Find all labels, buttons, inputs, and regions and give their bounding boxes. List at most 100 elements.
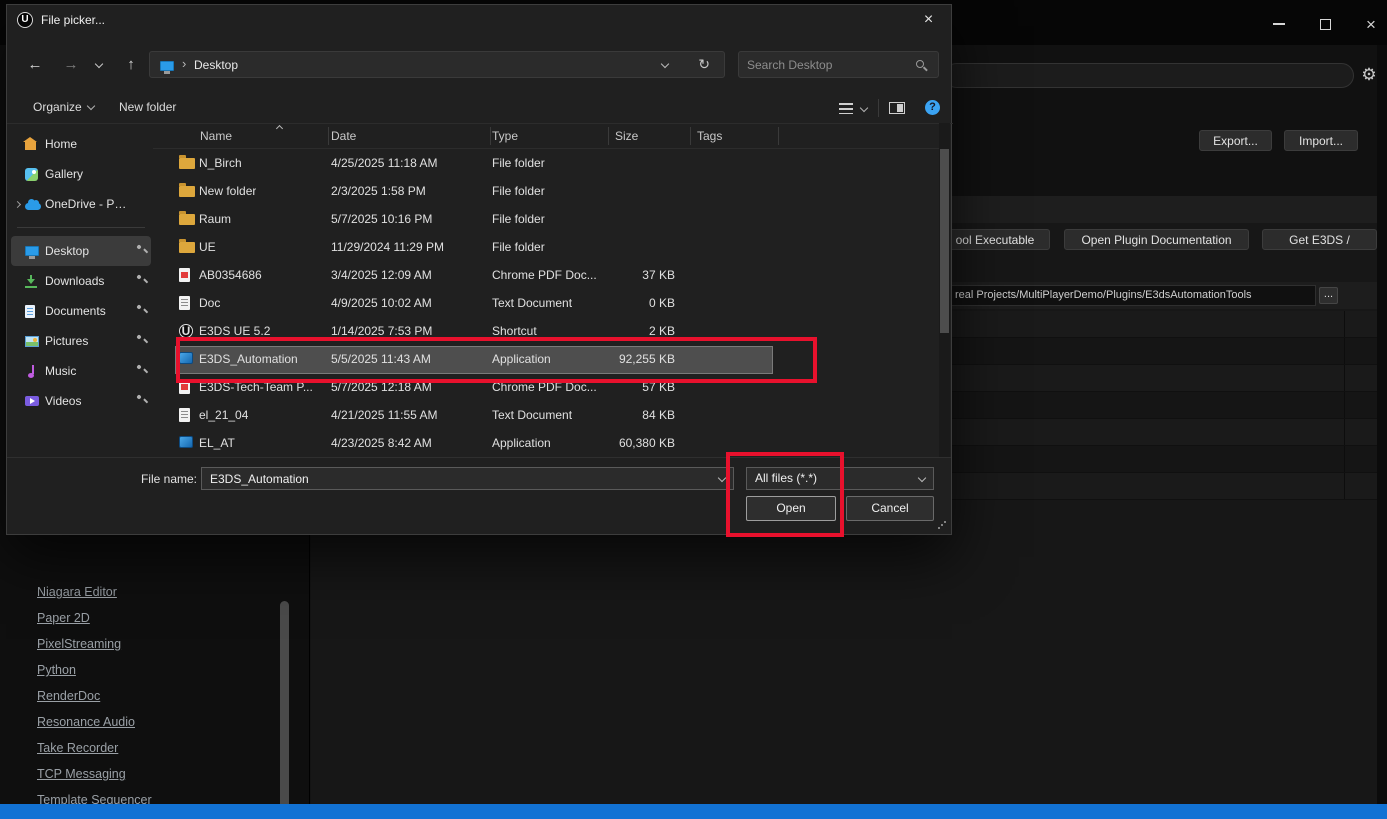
browse-path-button[interactable]: ... <box>1319 287 1338 304</box>
up-button[interactable] <box>119 53 143 77</box>
folder-icon <box>179 186 195 197</box>
file-row-el-21-04[interactable]: el_21_044/21/2025 11:55 AMText Document8… <box>153 401 941 429</box>
file-name: New folder <box>199 184 256 198</box>
music-icon <box>25 365 37 378</box>
file-name: N_Birch <box>199 156 242 170</box>
export-button[interactable]: Export... <box>1199 130 1272 151</box>
organize-label: Organize <box>33 100 82 114</box>
plugin-list-item-python[interactable]: Python <box>37 657 267 683</box>
file-size: 37 KB <box>555 268 675 282</box>
scrollbar-thumb[interactable] <box>280 601 289 819</box>
forward-button[interactable] <box>59 53 83 77</box>
plugin-list-item-tcp-messaging[interactable]: TCP Messaging <box>37 761 267 787</box>
file-row-new-folder[interactable]: New folder2/3/2025 1:58 PMFile folder <box>153 177 941 205</box>
refresh-icon[interactable] <box>698 56 710 73</box>
minimize-button[interactable] <box>1269 14 1289 34</box>
column-header-type[interactable]: Type <box>492 129 518 143</box>
column-divider[interactable] <box>490 127 491 145</box>
file-row-e3ds-tech-team-p[interactable]: E3DS-Tech-Team P...5/7/2025 12:18 AMChro… <box>153 373 941 401</box>
table-row <box>940 473 1377 500</box>
unreal-icon <box>179 324 193 338</box>
plugin-path-field[interactable]: real Projects/MultiPlayerDemo/Plugins/E3… <box>948 285 1316 306</box>
column-divider[interactable] <box>778 127 779 145</box>
view-dropdown-chevron-icon[interactable] <box>860 104 868 112</box>
new-folder-label: New folder <box>119 100 176 114</box>
search-input[interactable] <box>747 54 907 75</box>
open-plugin-documentation-button[interactable]: Open Plugin Documentation <box>1064 229 1249 250</box>
file-row-doc[interactable]: Doc4/9/2025 10:02 AMText Document0 KB <box>153 289 941 317</box>
sidebar-item-music[interactable]: Music <box>11 356 151 386</box>
tool-executable-button[interactable]: ool Executable <box>940 229 1050 250</box>
file-list-scrollbar[interactable] <box>939 123 950 457</box>
chevron-right-icon[interactable] <box>14 200 21 207</box>
breadcrumb-location[interactable]: Desktop <box>194 58 238 72</box>
get-e3ds-button[interactable]: Get E3DS / <box>1262 229 1377 250</box>
import-button[interactable]: Import... <box>1284 130 1358 151</box>
sidebar-item-gallery[interactable]: Gallery <box>11 159 151 189</box>
file-type: Application <box>492 436 551 450</box>
file-type: File folder <box>492 156 545 170</box>
dialog-close-button[interactable] <box>906 5 951 35</box>
column-divider[interactable] <box>690 127 691 145</box>
file-row-e3ds-ue-5-2[interactable]: E3DS UE 5.21/14/2025 7:53 PMShortcut2 KB <box>153 317 941 345</box>
file-type-select[interactable]: All files (*.*) <box>746 467 934 490</box>
sidebar-item-pictures[interactable]: Pictures <box>11 326 151 356</box>
sidebar-item-videos[interactable]: Videos <box>11 386 151 416</box>
breadcrumb[interactable]: Desktop <box>149 51 725 78</box>
file-name: E3DS_Automation <box>199 352 298 366</box>
plugin-list-item-niagara-editor[interactable]: Niagara Editor <box>37 579 267 605</box>
resize-grip[interactable] <box>938 521 946 529</box>
file-date: 4/23/2025 8:42 AM <box>331 436 432 450</box>
sidebar-item-desktop[interactable]: Desktop <box>11 236 151 266</box>
file-size: 2 KB <box>555 324 675 338</box>
help-icon[interactable] <box>925 100 940 115</box>
scrollbar-thumb[interactable] <box>940 149 949 333</box>
file-row-ab0354686[interactable]: AB03546863/4/2025 12:09 AMChrome PDF Doc… <box>153 261 941 289</box>
file-name: UE <box>199 240 216 254</box>
sidebar-item-downloads[interactable]: Downloads <box>11 266 151 296</box>
file-row-e3ds-automation[interactable]: E3DS_Automation5/5/2025 11:43 AMApplicat… <box>153 345 941 373</box>
sidebar-item-label: Videos <box>45 394 81 408</box>
sidebar-item-documents[interactable]: Documents <box>11 296 151 326</box>
organize-menu[interactable]: Organize <box>33 100 94 114</box>
settings-search-bar[interactable] <box>944 63 1354 88</box>
plugin-list-item-resonance-audio[interactable]: Resonance Audio <box>37 709 267 735</box>
close-icon <box>1366 16 1376 33</box>
plugin-list-item-pixelstreaming[interactable]: PixelStreaming <box>37 631 267 657</box>
plugin-list-item-renderdoc[interactable]: RenderDoc <box>37 683 267 709</box>
column-header-date[interactable]: Date <box>331 129 356 143</box>
file-row-ue[interactable]: UE11/29/2024 11:29 PMFile folder <box>153 233 941 261</box>
file-row-el-at[interactable]: EL_AT4/23/2025 8:42 AMApplication60,380 … <box>153 429 941 457</box>
column-header-name[interactable]: Name <box>200 129 232 143</box>
file-row-n-birch[interactable]: N_Birch 4/25/2025 11:18 AM File folder <box>153 149 941 177</box>
plugin-list-item-take-recorder[interactable]: Take Recorder <box>37 735 267 761</box>
file-date: 4/25/2025 11:18 AM <box>331 156 438 170</box>
file-row-raum[interactable]: Raum5/7/2025 10:16 PMFile folder <box>153 205 941 233</box>
close-button[interactable] <box>1361 14 1381 34</box>
cancel-button[interactable]: Cancel <box>846 496 934 521</box>
back-button[interactable] <box>23 53 47 77</box>
sidebar-divider <box>17 227 145 228</box>
sidebar-item-onedrive-pers[interactable]: OneDrive - Pers... <box>11 189 151 219</box>
folder-icon <box>179 242 195 253</box>
table-row <box>940 365 1377 392</box>
view-details-icon[interactable] <box>839 103 853 114</box>
address-dropdown-chevron-icon[interactable] <box>661 60 669 68</box>
column-divider[interactable] <box>608 127 609 145</box>
recent-locations-chevron-icon[interactable] <box>95 60 103 68</box>
column-divider[interactable] <box>328 127 329 145</box>
plugin-list-item-paper-2d[interactable]: Paper 2D <box>37 605 267 631</box>
column-header-tags[interactable]: Tags <box>697 129 722 143</box>
pin-icon <box>136 244 142 250</box>
preview-pane-icon[interactable] <box>889 102 905 114</box>
file-type-chevron-icon <box>918 474 926 482</box>
maximize-button[interactable] <box>1315 14 1335 34</box>
open-button[interactable]: Open <box>746 496 836 521</box>
file-name-input[interactable] <box>201 467 734 490</box>
sidebar-item-home[interactable]: Home <box>11 129 151 159</box>
column-header-size[interactable]: Size <box>615 129 638 143</box>
sidebar-item-label: Pictures <box>45 334 88 348</box>
sort-ascending-icon <box>276 125 283 132</box>
new-folder-button[interactable]: New folder <box>119 100 176 114</box>
toolbar-divider <box>878 99 879 117</box>
